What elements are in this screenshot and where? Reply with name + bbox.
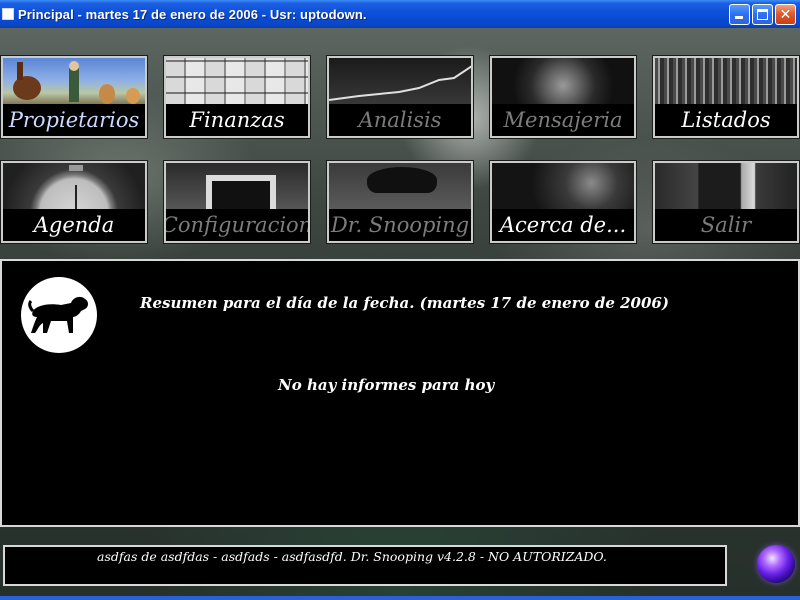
summary-panel: Resumen para el día de la fecha. (martes… bbox=[0, 259, 800, 527]
module-finanzas[interactable]: Finanzas bbox=[164, 56, 310, 138]
question-icon bbox=[492, 163, 634, 213]
dog-silhouette bbox=[28, 296, 88, 333]
window-bottom-border bbox=[0, 596, 800, 600]
summary-header: Resumen para el día de la fecha. (martes… bbox=[140, 294, 669, 312]
list-icon bbox=[655, 58, 797, 108]
module-propietarios[interactable]: Propietarios bbox=[1, 56, 147, 138]
summary-empty-message: No hay informes para hoy bbox=[278, 376, 495, 394]
module-drsnooping[interactable]: Dr. Snooping bbox=[327, 161, 473, 243]
module-salir[interactable]: Salir bbox=[653, 161, 799, 243]
status-text: asdfas de asdfdas - asdfads - asdfasdfd.… bbox=[97, 549, 607, 564]
status-bar: asdfas de asdfdas - asdfads - asdfasdfd.… bbox=[3, 545, 727, 586]
owners-art bbox=[13, 61, 140, 104]
clock-art bbox=[69, 165, 83, 213]
owners-photo-icon bbox=[3, 58, 145, 108]
module-configuracion[interactable]: Configuracion bbox=[164, 161, 310, 243]
module-acerca[interactable]: Acerca de... bbox=[490, 161, 636, 243]
globe-icon bbox=[492, 58, 634, 108]
module-agenda[interactable]: Agenda bbox=[1, 161, 147, 243]
minimize-button[interactable] bbox=[729, 4, 750, 25]
app-icon[interactable] bbox=[2, 8, 14, 20]
module-analisis[interactable]: Analisis bbox=[327, 56, 473, 138]
module-label: Listados bbox=[655, 104, 797, 136]
module-mensajeria[interactable]: Mensajeria bbox=[490, 56, 636, 138]
window-title: Principal - martes 17 de enero de 2006 -… bbox=[18, 6, 367, 22]
dog-logo-icon bbox=[21, 277, 97, 353]
title-bar[interactable]: Principal - martes 17 de enero de 2006 -… bbox=[0, 0, 800, 28]
close-button[interactable]: ✕ bbox=[775, 4, 796, 25]
money-bills-icon bbox=[166, 58, 308, 108]
module-label: Acerca de... bbox=[492, 209, 634, 241]
detective-dog-icon bbox=[329, 163, 471, 213]
module-label: Propietarios bbox=[3, 104, 145, 136]
module-label: Agenda bbox=[3, 209, 145, 241]
module-label: Finanzas bbox=[166, 104, 308, 136]
monitor-icon bbox=[166, 163, 308, 215]
module-label: Mensajeria bbox=[492, 104, 634, 136]
close-icon: ✕ bbox=[779, 6, 792, 23]
door-icon bbox=[655, 163, 797, 213]
clock-icon bbox=[3, 163, 145, 213]
minimize-icon bbox=[735, 16, 743, 19]
module-label: Configuracion bbox=[166, 209, 308, 241]
module-listados[interactable]: Listados bbox=[653, 56, 799, 138]
orb-button[interactable] bbox=[757, 545, 795, 583]
maximize-icon bbox=[757, 9, 768, 20]
maximize-button[interactable] bbox=[752, 4, 773, 25]
window-controls: ✕ bbox=[729, 4, 796, 25]
line-chart-icon bbox=[329, 58, 471, 108]
module-label: Salir bbox=[655, 209, 797, 241]
chart-art bbox=[329, 65, 471, 101]
module-label: Dr. Snooping bbox=[329, 209, 471, 241]
module-label: Analisis bbox=[329, 104, 471, 136]
